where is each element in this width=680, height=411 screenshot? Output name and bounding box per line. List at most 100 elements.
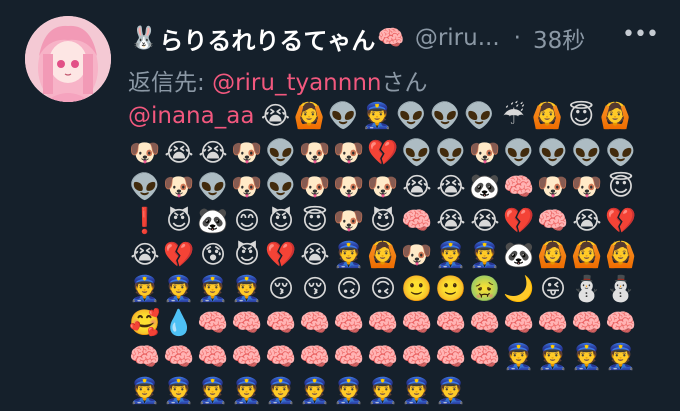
- tweet-text: @inana_aa 😭 🙆 👽 👮 👽 👽 👽 ☔ 🙆 😇 🙆 🐶 😭 😭 🐶 👽 🐶 🐶 💔 👽 👽 🐶 👽 👽 👽 👽 👽 🐶 👽…: [128, 96, 648, 408]
- emoji-icon: 😚: [301, 274, 329, 303]
- brain-icon: 🧠: [377, 25, 405, 51]
- emoji-icon: 🐶: [299, 172, 331, 201]
- emoji-icon: 😰: [199, 240, 227, 269]
- emoji-icon: 🐶: [333, 172, 365, 201]
- reply-suffix: さん: [381, 70, 428, 96]
- emoji-icon: 👮: [537, 342, 569, 371]
- emoji-icon: 😭: [470, 206, 500, 235]
- emoji-icon: 🙂: [435, 274, 467, 303]
- emoji-icon: 👽: [435, 138, 467, 167]
- emoji-icon: 🧠: [469, 342, 501, 371]
- emoji-icon: 🧠: [503, 308, 535, 337]
- tweet-first-line: @inana_aa 😭 🙆 👽 👮 👽 👽 👽 ☔ 🙆 😇 🙆: [128, 96, 648, 136]
- emoji-icon: 🧠: [537, 308, 569, 337]
- emoji-row: 👮 👮 👮 👮 👮 👮 👮 👮 👮 👮: [128, 374, 648, 408]
- emoji-icon: 😇: [568, 101, 595, 130]
- emoji-icon: 😇: [301, 206, 329, 235]
- emoji-icon: 🧠: [231, 308, 263, 337]
- emoji-icon: 🧠: [299, 308, 331, 337]
- emoji-icon: 💧: [163, 308, 195, 337]
- emoji-icon: 👮: [129, 274, 161, 303]
- emoji-icon: 💔: [503, 206, 535, 235]
- emoji-icon: 💔: [367, 138, 399, 167]
- emoji-icon: 👽: [401, 138, 433, 167]
- avatar-illustration: [25, 16, 111, 102]
- emoji-icon: 🐼: [503, 240, 535, 269]
- emoji-icon: 👽: [265, 138, 297, 167]
- emoji-row: 🐶 😭 😭 🐶 👽 🐶 🐶 💔 👽 👽 🐶 👽 👽 👽 👽: [128, 136, 648, 170]
- emoji-icon: 🧠: [537, 206, 569, 235]
- emoji-icon: 🙆: [605, 240, 637, 269]
- emoji-icon: 🐶: [469, 138, 501, 167]
- emoji-icon: 🐶: [163, 172, 195, 201]
- emoji-icon: 🐼: [197, 206, 229, 235]
- emoji-icon: 👮: [503, 342, 535, 371]
- emoji-icon: 🥰: [129, 308, 161, 337]
- emoji-icon: 👮: [197, 274, 229, 303]
- emoji-icon: 🧠: [265, 308, 297, 337]
- emoji-icon: 🤢: [469, 274, 501, 303]
- user-handle[interactable]: @riru...: [415, 25, 500, 51]
- tweet[interactable]: 🐰 らりるれりるてゃん 🧠 @riru... · 38秒 ••• 返信先: @r…: [0, 0, 680, 411]
- separator-dot: ·: [513, 25, 521, 51]
- emoji-icon: 👮: [361, 101, 393, 130]
- emoji-icon: 🧠: [571, 308, 603, 337]
- emoji-icon: 🧠: [197, 308, 229, 337]
- emoji-icon: 🧠: [197, 342, 229, 371]
- emoji-icon: ☔: [502, 101, 525, 130]
- emoji-icon: 👮: [265, 376, 297, 405]
- emoji-icon: 😭: [130, 240, 160, 269]
- emoji-icon: 😈: [165, 206, 193, 235]
- emoji-icon: 👮: [401, 376, 433, 405]
- emoji-icon: 😭: [300, 240, 330, 269]
- emoji-icon: 👽: [265, 172, 297, 201]
- reply-context: 返信先: @riru_tyannnnさん: [128, 63, 427, 97]
- emoji-icon: 🙆: [367, 240, 399, 269]
- emoji-row: 👮 👮 👮 👮 😚 😚 🙃 🙃 🙂 🙂 🤢 🌙 😜 ⛄ ⛄: [128, 272, 648, 306]
- mention-link[interactable]: @inana_aa: [128, 103, 254, 129]
- emoji-icon: 🧠: [367, 308, 399, 337]
- emoji-icon: 🧠: [367, 342, 399, 371]
- emoji-icon: 🧠: [163, 342, 195, 371]
- emoji-row: 🧠 🧠 🧠 🧠 🧠 🧠 🧠 🧠 🧠 🧠 🧠 👮 👮 👮 👮: [128, 340, 648, 374]
- emoji-icon: 👮: [163, 376, 195, 405]
- emoji-icon: 🐶: [401, 240, 433, 269]
- emoji-icon: 🙃: [369, 274, 397, 303]
- emoji-icon: 👽: [537, 138, 569, 167]
- emoji-icon: 🌙: [503, 274, 535, 303]
- emoji-icon: ⛄: [605, 274, 637, 303]
- emoji-icon: 😇: [607, 172, 635, 201]
- emoji-icon: 👮: [605, 342, 637, 371]
- emoji-row: ❗ 😈 🐼 😊 😈 😇 🐶 😈 🧠 😭 😭 💔 🧠 😭 💔: [128, 204, 648, 238]
- emoji-icon: 👽: [197, 172, 229, 201]
- emoji-icon: 🧠: [503, 172, 535, 201]
- emoji-icon: 🐶: [333, 138, 365, 167]
- emoji-icon: 👮: [333, 376, 365, 405]
- emoji-icon: 🐶: [367, 172, 399, 201]
- more-options-icon[interactable]: •••: [622, 22, 659, 47]
- emoji-icon: 👽: [571, 138, 603, 167]
- emoji-icon: 😭: [572, 206, 602, 235]
- emoji-icon: 🙆: [599, 101, 631, 130]
- emoji-row: 🥰 💧 🧠 🧠 🧠 🧠 🧠 🧠 🧠 🧠 🧠 🧠 🧠 🧠 🧠: [128, 306, 648, 340]
- avatar[interactable]: [25, 16, 111, 102]
- emoji-icon: 👮: [469, 240, 501, 269]
- tweet-header: 🐰 らりるれりるてゃん 🧠 @riru... · 38秒: [128, 20, 668, 56]
- emoji-icon: 😭: [402, 172, 432, 201]
- emoji-icon: 🐶: [299, 138, 331, 167]
- emoji-icon: ❗: [129, 206, 161, 235]
- emoji-icon: 👮: [571, 342, 603, 371]
- display-name[interactable]: らりるれりるてゃん: [159, 21, 375, 56]
- emoji-icon: 😚: [267, 274, 295, 303]
- emoji-icon: 😭: [198, 138, 228, 167]
- emoji-icon: 🐶: [333, 206, 365, 235]
- timestamp[interactable]: 38秒: [533, 21, 585, 55]
- emoji-icon: 👮: [129, 376, 161, 405]
- emoji-icon: 🐶: [231, 172, 263, 201]
- emoji-icon: 👮: [435, 240, 467, 269]
- emoji-icon: 🐼: [469, 172, 501, 201]
- emoji-icon: 🧠: [265, 342, 297, 371]
- emoji-icon: 🙆: [293, 101, 325, 130]
- emoji-icon: 👮: [333, 240, 365, 269]
- reply-to-link[interactable]: @riru_tyannnn: [212, 70, 381, 96]
